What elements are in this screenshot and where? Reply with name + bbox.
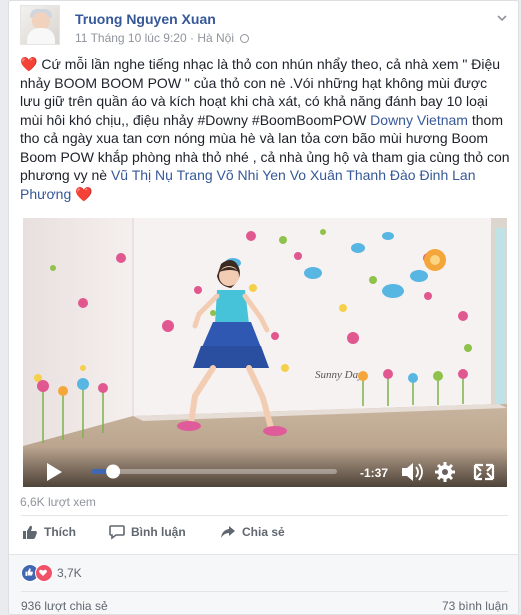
play-icon[interactable] [47,463,62,481]
love-reaction-icon [35,564,53,582]
post-text: ❤️ Cứ mỗi lần nghe tiếng nhạc là thỏ con… [20,55,510,203]
post-meta: 11 Tháng 10 lúc 9:20 · Hà Nội [75,31,250,45]
tagged-link[interactable]: Vo Xuân Thanh [290,167,386,183]
post-location[interactable]: Hà Nội [197,31,234,45]
fullscreen-icon[interactable] [473,463,495,481]
reaction-summary[interactable]: 3,7K [21,564,82,582]
avatar[interactable] [20,5,60,45]
comment-button[interactable]: Bình luận [109,524,186,540]
volume-icon[interactable] [402,463,423,481]
divider [21,591,508,592]
share-button[interactable]: Chia sẻ [220,524,285,540]
post-footer: 3,7K 936 lượt chia sẻ 73 bình luận [9,554,518,614]
video-player[interactable]: Sunny Day -1:37 [23,218,507,487]
divider [21,515,508,516]
comment-label: Bình luận [131,525,186,539]
action-bar: Thích Bình luận Chia sẻ [22,519,502,547]
author-name[interactable]: Truong Nguyen Xuan [75,11,216,27]
like-label: Thích [44,525,76,539]
tagged-link[interactable]: Võ Nhi Yen [217,167,286,183]
like-button[interactable]: Thích [22,524,76,540]
comment-count[interactable]: 73 bình luận [442,599,508,613]
view-count: 6,6K lượt xem [20,495,96,509]
video-progress-track[interactable] [91,469,337,474]
share-count[interactable]: 936 lượt chia sẻ [21,599,108,613]
comment-icon [109,525,125,540]
tagged-link[interactable]: Downy Vietnam [370,112,468,128]
post-card: Truong Nguyen Xuan 11 Tháng 10 lúc 9:20 … [8,0,519,615]
video-time-remaining: -1:37 [360,466,388,480]
share-icon [221,526,235,538]
chevron-down-icon[interactable] [497,13,507,23]
post-timestamp[interactable]: 11 Tháng 10 lúc 9:20 [75,31,187,45]
wall-caption: Sunny Day [315,369,363,381]
video-controls: -1:37 [23,447,507,487]
post-header: Truong Nguyen Xuan 11 Tháng 10 lúc 9:20 … [19,5,509,49]
tagged-link[interactable]: Vũ Thị Nụ Trang [111,167,213,183]
share-label: Chia sẻ [242,525,285,539]
heart-emoji: ❤️ [75,185,93,202]
thumbs-up-icon [23,525,37,539]
globe-icon [240,34,250,43]
video-progress-handle[interactable] [106,464,121,479]
gear-icon[interactable] [435,462,455,482]
heart-emoji: ❤️ [20,56,38,72]
reaction-count[interactable]: 3,7K [57,566,82,580]
